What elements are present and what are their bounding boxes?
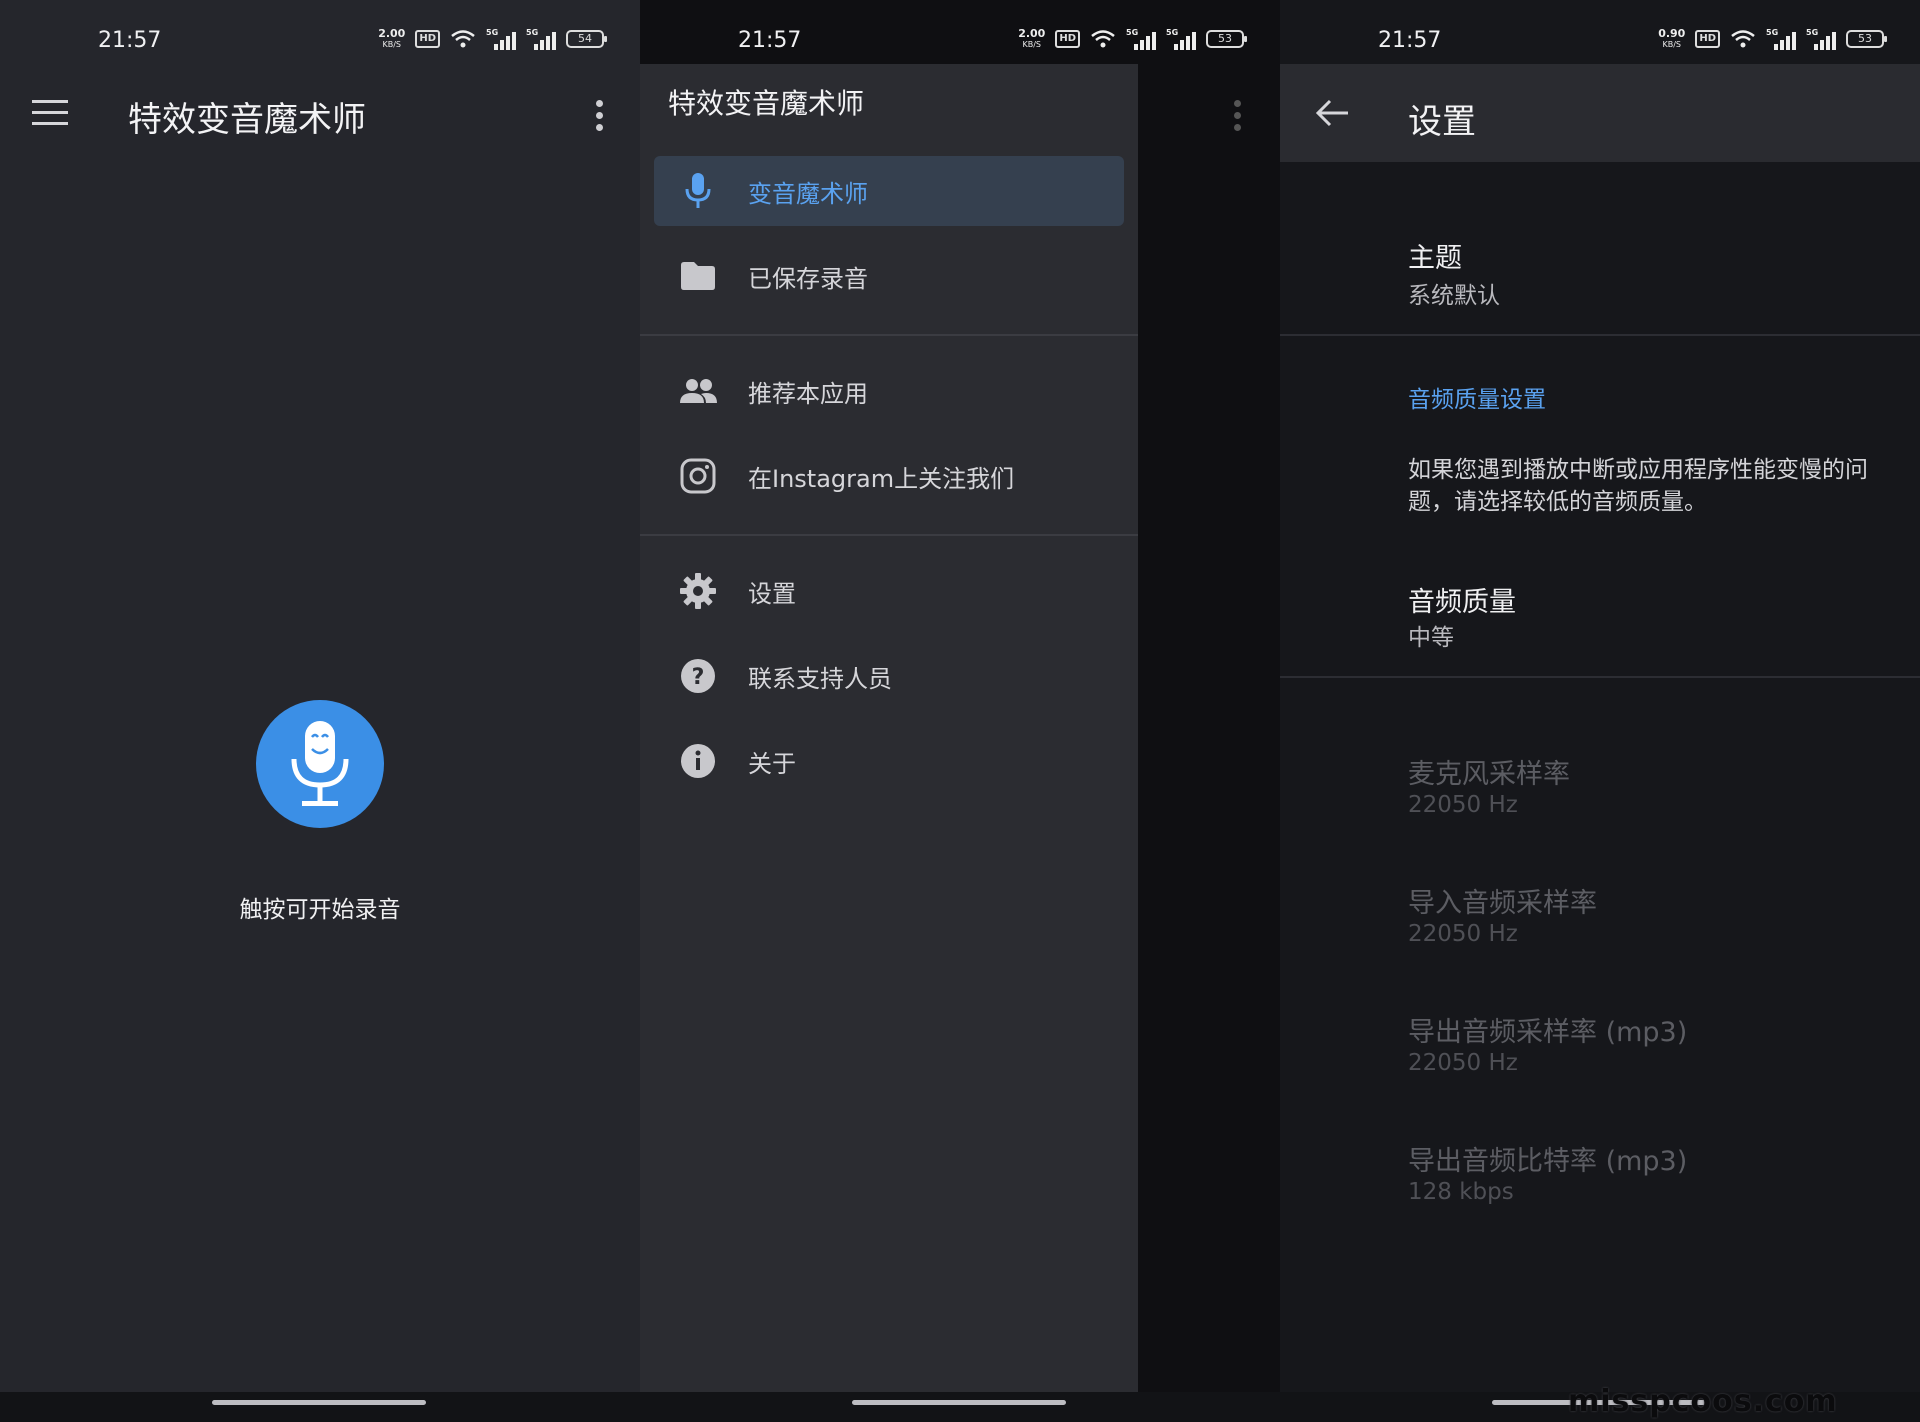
pref-title: 麦克风采样率 — [1408, 759, 1570, 790]
overflow-menu-icon[interactable] — [596, 100, 604, 134]
pref-summary: 中等 — [1408, 625, 1454, 651]
drawer-item-label: 联系支持人员 — [748, 664, 892, 693]
overflow-menu-icon — [1234, 100, 1242, 134]
signal-icon: 5G — [1766, 28, 1796, 50]
drawer-item-label: 推荐本应用 — [748, 379, 868, 408]
settings-title: 设置 — [1408, 102, 1476, 142]
drawer-divider — [640, 534, 1138, 536]
app-title: 特效变音魔术师 — [128, 100, 366, 140]
status-icons: 2.00 KB/S HD 5G 5G 53 — [1018, 27, 1247, 50]
home-indicator[interactable] — [852, 1400, 1066, 1405]
settings-app-bar: 设置 — [1280, 64, 1920, 162]
smiling-microphone-icon — [291, 721, 349, 806]
drawer-item-recommend-app[interactable]: 推荐本应用 — [654, 356, 1124, 426]
record-hint: 触按可开始录音 — [239, 897, 401, 923]
status-time: 21:57 — [98, 28, 162, 53]
wifi-icon — [451, 30, 475, 48]
help-icon: ? — [678, 656, 718, 696]
battery-icon: 53 — [1846, 30, 1887, 48]
pref-summary: 22050 Hz — [1408, 921, 1518, 947]
pref-summary: 22050 Hz — [1408, 792, 1518, 818]
drawer-item-saved-recordings[interactable]: 已保存录音 — [654, 241, 1124, 311]
section-header-audio-quality: 音频质量设置 — [1408, 387, 1546, 413]
settings-screen: 21:57 0.90 KB/S HD 5G 5G 53 设置 主题 系统默认 音频… — [1280, 0, 1920, 1422]
gesture-bar — [0, 1392, 640, 1422]
pref-summary: 128 kbps — [1408, 1179, 1514, 1205]
battery-icon: 54 — [566, 30, 607, 48]
pref-summary: 系统默认 — [1408, 283, 1500, 309]
pref-title: 音频质量 — [1408, 587, 1516, 618]
pref-title: 导入音频采样率 — [1408, 888, 1597, 919]
network-speed: 2.00 KB/S — [1018, 27, 1046, 49]
menu-icon[interactable] — [32, 100, 68, 126]
status-time: 21:57 — [738, 28, 802, 53]
screenshot-collage: 21:57 2.00 KB/S HD 5G 5G 54 特效变音魔术师 触按可开… — [0, 0, 1920, 1422]
svg-text:?: ? — [692, 665, 705, 690]
drawer-item-contact-support[interactable]: ? 联系支持人员 — [654, 641, 1124, 711]
record-button[interactable] — [256, 700, 384, 828]
signal-icon: 5G — [486, 28, 516, 50]
wifi-icon — [1731, 30, 1755, 48]
gesture-bar — [640, 1392, 1280, 1422]
watermark: misspcoos.com — [1568, 1384, 1838, 1419]
audio-quality-description: 如果您遇到播放中断或应用程序性能变慢的问题，请选择较低的音频质量。 — [1408, 457, 1868, 515]
signal-icon: 5G — [1166, 28, 1196, 50]
network-speed: 2.00 KB/S — [378, 27, 406, 49]
signal-icon: 5G — [526, 28, 556, 50]
pref-title: 导出音频采样率 (mp3) — [1408, 1017, 1688, 1048]
drawer-scrim[interactable] — [1138, 64, 1280, 1394]
gear-icon — [678, 571, 718, 611]
main-screen: 21:57 2.00 KB/S HD 5G 5G 54 特效变音魔术师 触按可开… — [0, 0, 640, 1422]
navigation-drawer: 特效变音魔术师 变音魔术师 已保存录音 推荐本应用 在Instagram上关注我… — [640, 64, 1138, 1394]
drawer-item-instagram[interactable]: 在Instagram上关注我们 — [654, 441, 1124, 511]
drawer-item-settings[interactable]: 设置 — [654, 556, 1124, 626]
battery-icon: 53 — [1206, 30, 1247, 48]
home-indicator[interactable] — [212, 1400, 426, 1405]
pref-title: 主题 — [1408, 243, 1462, 274]
drawer-header: 特效变音魔术师 — [668, 87, 865, 120]
drawer-item-label: 已保存录音 — [748, 264, 868, 293]
signal-icon: 5G — [1806, 28, 1836, 50]
folder-icon — [678, 256, 718, 296]
pref-title: 导出音频比特率 (mp3) — [1408, 1146, 1688, 1177]
network-speed: 0.90 KB/S — [1658, 27, 1686, 49]
info-icon — [678, 741, 718, 781]
hd-icon: HD — [1055, 30, 1080, 48]
drawer-item-voice-changer[interactable]: 变音魔术师 — [654, 156, 1124, 226]
drawer-screen: 21:57 2.00 KB/S HD 5G 5G 53 特效变音魔术师 变音魔术师 — [640, 0, 1280, 1422]
people-icon — [678, 371, 718, 411]
pref-divider — [1280, 334, 1920, 336]
instagram-icon — [678, 456, 718, 496]
drawer-item-about[interactable]: 关于 — [654, 726, 1124, 796]
drawer-item-label: 关于 — [748, 749, 796, 778]
back-arrow-icon[interactable] — [1314, 98, 1350, 128]
microphone-icon — [678, 171, 718, 211]
pref-summary: 22050 Hz — [1408, 1050, 1518, 1076]
hd-icon: HD — [1695, 30, 1720, 48]
status-icons: 2.00 KB/S HD 5G 5G 54 — [378, 27, 607, 50]
wifi-icon — [1091, 30, 1115, 48]
drawer-divider — [640, 334, 1138, 336]
status-icons: 0.90 KB/S HD 5G 5G 53 — [1658, 27, 1887, 50]
hd-icon: HD — [415, 30, 440, 48]
drawer-item-label: 变音魔术师 — [748, 179, 868, 208]
drawer-item-label: 设置 — [748, 579, 796, 608]
drawer-item-label: 在Instagram上关注我们 — [748, 464, 1015, 493]
signal-icon: 5G — [1126, 28, 1156, 50]
status-bar: 21:57 2.00 KB/S HD 5G 5G 54 — [0, 0, 640, 80]
pref-divider — [1280, 676, 1920, 678]
status-time: 21:57 — [1378, 28, 1442, 53]
